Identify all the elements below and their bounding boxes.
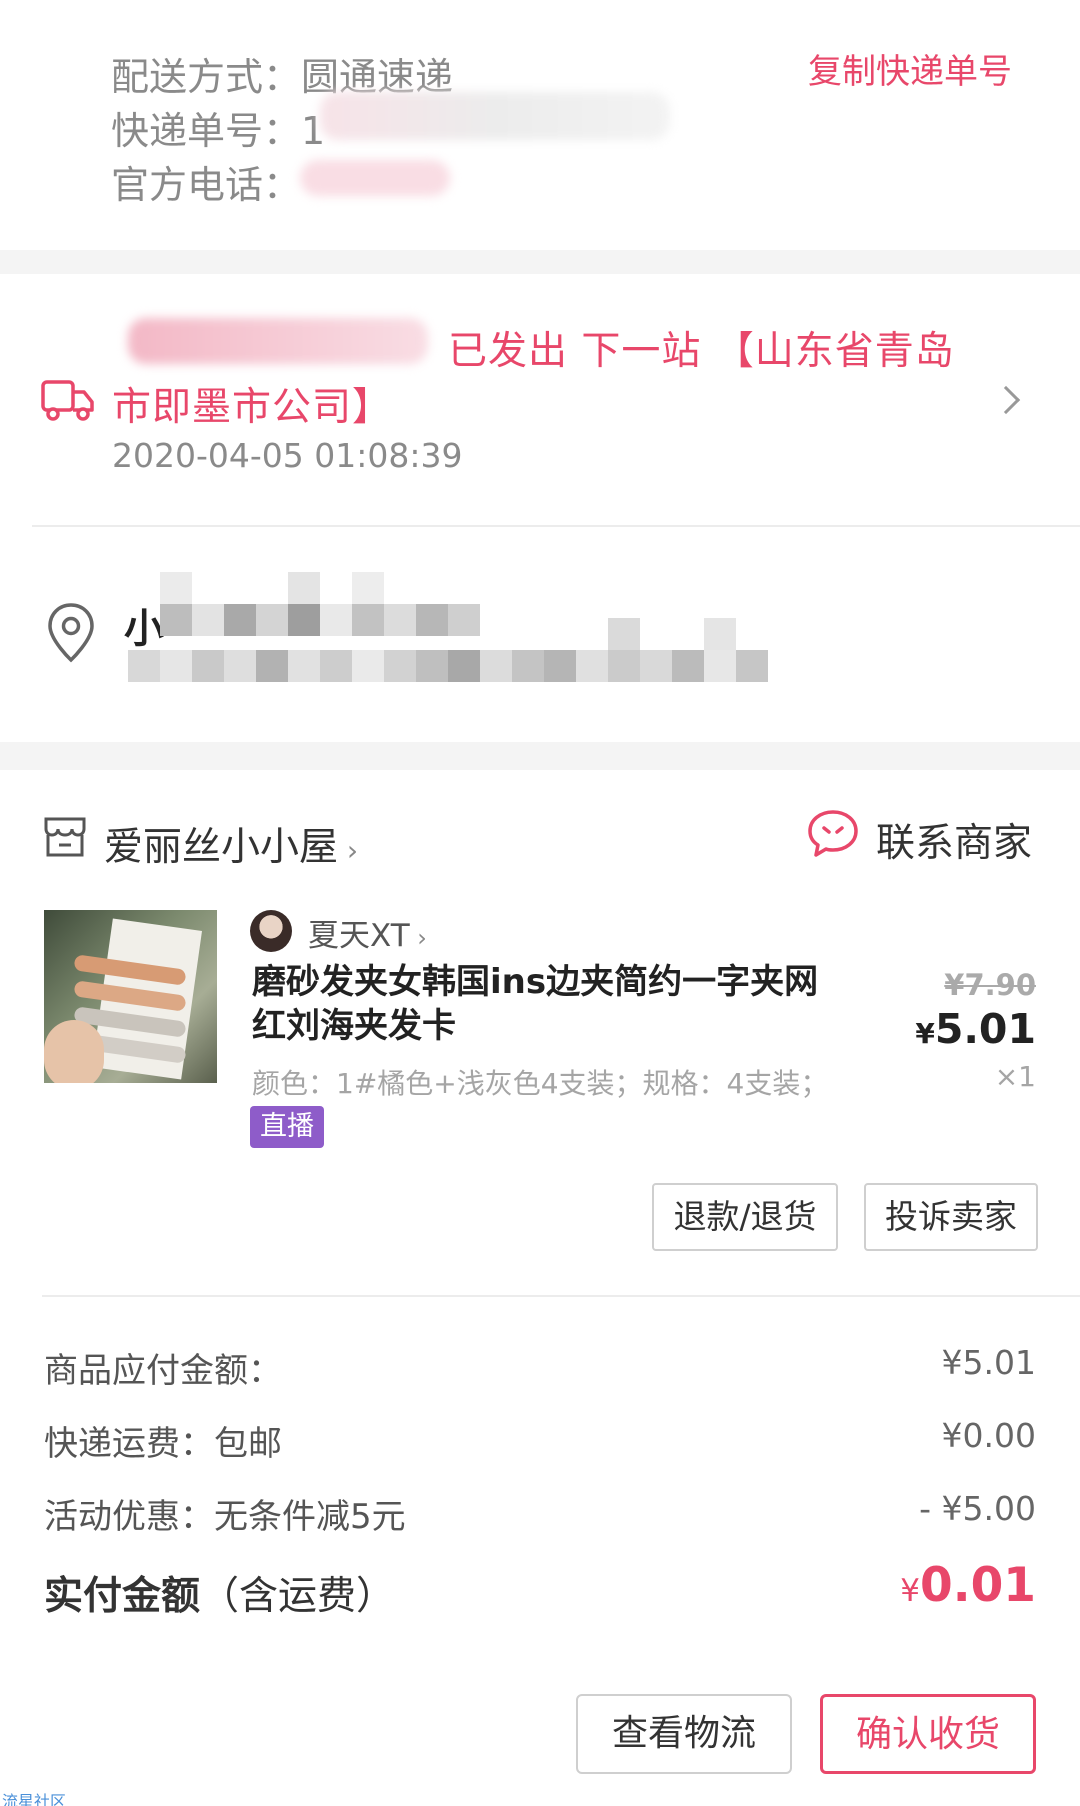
delivery-method-label: 配送方式：	[111, 55, 302, 99]
total-amount: 0.01	[920, 1558, 1036, 1613]
logistics-status-line1: 已发出 下一站 【山东省青岛	[448, 329, 955, 374]
section-gap	[0, 250, 1080, 274]
total-paid-label-main: 实付金额	[44, 1574, 201, 1619]
seller-link[interactable]: 夏天XT ›	[308, 910, 427, 955]
goods-amount-value: ¥5.01	[941, 1343, 1036, 1382]
watermark: 流星社区	[2, 1792, 67, 1806]
shipping-fee-value: ¥0.00	[941, 1416, 1036, 1455]
phone-redaction	[300, 160, 450, 196]
chevron-right-icon: ›	[409, 924, 427, 952]
total-paid-value: ¥0.01	[900, 1558, 1036, 1613]
logistics-redaction	[128, 318, 428, 364]
tracking-number-label: 快递单号：	[111, 109, 302, 153]
divider	[42, 1295, 1080, 1297]
seller-name: 夏天XT	[308, 918, 410, 954]
product-quantity: ×1	[994, 1060, 1036, 1093]
chat-bubble-icon[interactable]	[806, 808, 860, 860]
official-phone-label: 官方电话：	[111, 163, 302, 207]
goods-amount-label: 商品应付金额：	[44, 1351, 282, 1391]
chevron-right-icon	[991, 385, 1021, 415]
total-paid-label-suffix: （含运费）	[200, 1574, 396, 1619]
view-logistics-button[interactable]: 查看物流	[576, 1694, 792, 1774]
complain-seller-button[interactable]: 投诉卖家	[864, 1183, 1038, 1251]
price-currency: ¥	[915, 1017, 935, 1050]
shipping-fee-label: 快递运费：包邮	[44, 1424, 282, 1464]
copy-tracking-button[interactable]: 复制快递单号	[808, 44, 1012, 93]
promotion-value: - ¥5.00	[919, 1489, 1036, 1528]
shop-name-link[interactable]: 爱丽丝小小屋 ›	[104, 816, 358, 872]
shop-icon	[44, 817, 86, 857]
tracking-number-redaction	[320, 92, 670, 140]
truck-icon	[41, 380, 94, 421]
refund-button[interactable]: 退款/退货	[652, 1183, 838, 1251]
promotion-label: 活动优惠：无条件减5元	[44, 1497, 406, 1537]
location-pin-icon	[48, 603, 94, 663]
total-paid-label: 实付金额（含运费）	[44, 1565, 395, 1621]
seller-avatar	[250, 910, 292, 952]
contact-merchant-button[interactable]: 联系商家	[876, 812, 1032, 868]
official-phone-row: 官方电话：	[111, 154, 301, 209]
live-badge: 直播	[250, 1106, 324, 1148]
chevron-right-icon: ›	[338, 834, 359, 867]
price-value: 5.01	[934, 1005, 1036, 1053]
original-price: ¥7.90	[944, 968, 1036, 1002]
current-price: ¥5.01	[915, 1005, 1036, 1053]
product-title[interactable]: 磨砂发夹女韩国ins边夹简约一字夹网红刘海夹发卡	[252, 960, 832, 1048]
tracking-number-row: 快递单号：1	[111, 100, 325, 155]
product-spec: 颜色：1#橘色+浅灰色4支装；规格：4支装；	[252, 1067, 829, 1100]
total-currency: ¥	[900, 1573, 921, 1609]
product-thumbnail[interactable]	[44, 910, 217, 1083]
section-gap	[0, 742, 1080, 770]
logistics-time: 2020-04-05 01:08:39	[112, 436, 463, 475]
shop-name: 爱丽丝小小屋	[104, 825, 339, 870]
divider	[32, 525, 1080, 527]
confirm-receipt-button[interactable]: 确认收货	[820, 1694, 1036, 1774]
logistics-status-line2: 市即墨市公司】	[112, 385, 393, 430]
recipient-name-initial: 小	[124, 606, 164, 652]
